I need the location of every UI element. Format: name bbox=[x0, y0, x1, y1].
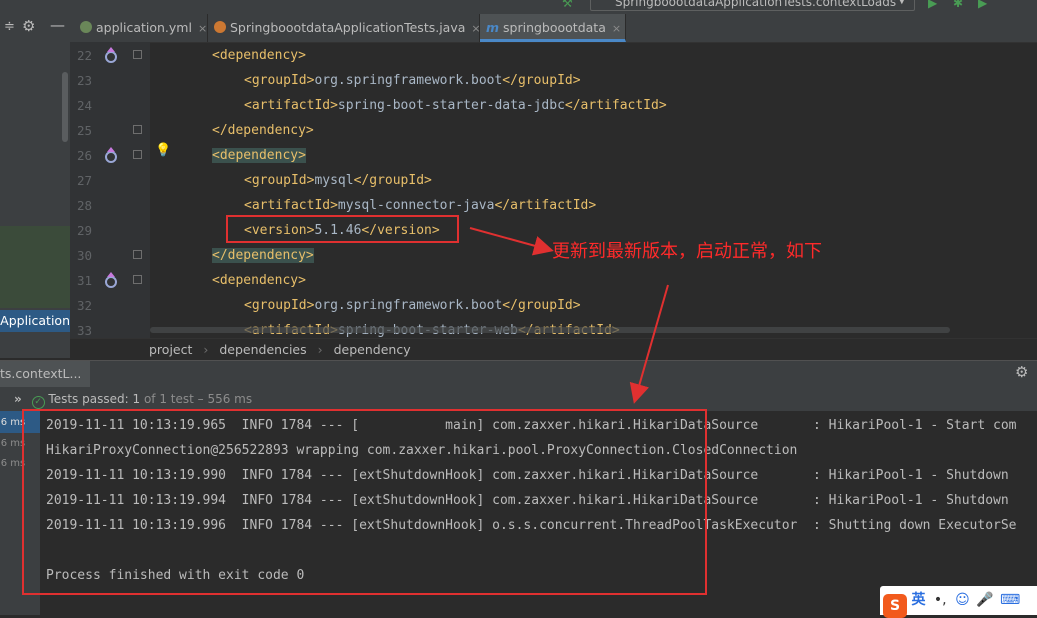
annotation-note: 更新到最新版本，启动正常，如下 bbox=[552, 241, 822, 262]
keyboard-icon[interactable]: ⌨ bbox=[1000, 592, 1020, 608]
annotation-arrows bbox=[469, 227, 669, 404]
arrow-to-note bbox=[469, 227, 554, 256]
emoji-icon[interactable]: ☺ bbox=[955, 592, 970, 608]
microphone-icon[interactable]: 🎤 bbox=[976, 592, 993, 608]
sogou-icon[interactable]: S bbox=[883, 594, 907, 618]
ime-toolbar: S 英 •, ☺ 🎤 ⌨ bbox=[880, 586, 1037, 618]
punctuation-icon[interactable]: •, bbox=[934, 592, 947, 608]
ime-mode-label[interactable]: 英 bbox=[911, 592, 925, 608]
arrow-to-console bbox=[629, 284, 669, 404]
